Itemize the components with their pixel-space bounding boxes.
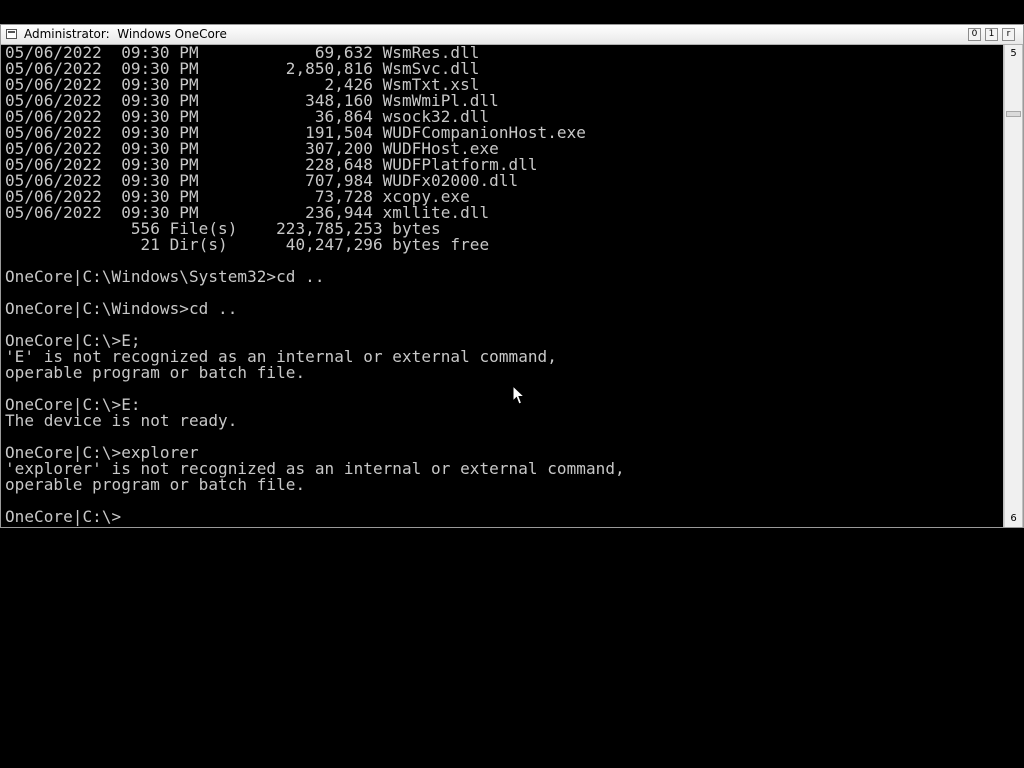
scroll-thumb[interactable] bbox=[1006, 111, 1021, 117]
close-button[interactable]: r bbox=[1002, 28, 1015, 41]
scroll-down-button[interactable]: 6 bbox=[1006, 511, 1021, 526]
minimize-button[interactable]: 0 bbox=[968, 28, 981, 41]
console-output[interactable]: 05/06/2022 09:30 PM 69,632 WsmRes.dll 05/… bbox=[1, 45, 1003, 527]
console-line: OneCore|C:\> bbox=[5, 507, 122, 526]
desktop: Administrator: Windows OneCore 0 1 r 05/… bbox=[0, 0, 1024, 768]
maximize-button[interactable]: 1 bbox=[985, 28, 998, 41]
vertical-scrollbar[interactable]: 5 6 bbox=[1004, 45, 1022, 527]
title-bar[interactable]: Administrator: Windows OneCore 0 1 r bbox=[1, 25, 1023, 45]
scroll-up-button[interactable]: 5 bbox=[1006, 46, 1021, 61]
window-title: Administrator: Windows OneCore bbox=[24, 27, 227, 41]
console-line: operable program or batch file. bbox=[5, 475, 306, 494]
console-line: operable program or batch file. bbox=[5, 363, 306, 382]
console-line: 21 Dir(s) 40,247,296 bytes free bbox=[5, 235, 490, 254]
console-window[interactable]: Administrator: Windows OneCore 0 1 r 05/… bbox=[0, 24, 1024, 528]
console-line: OneCore|C:\Windows\System32>cd .. bbox=[5, 267, 325, 286]
console-line: The device is not ready. bbox=[5, 411, 238, 430]
console-app-icon[interactable] bbox=[6, 29, 17, 39]
mouse-pointer-icon bbox=[512, 385, 525, 405]
console-text: 05/06/2022 09:30 PM 69,632 WsmRes.dll 05/… bbox=[5, 45, 625, 525]
console-line: OneCore|C:\Windows>cd .. bbox=[5, 299, 238, 318]
